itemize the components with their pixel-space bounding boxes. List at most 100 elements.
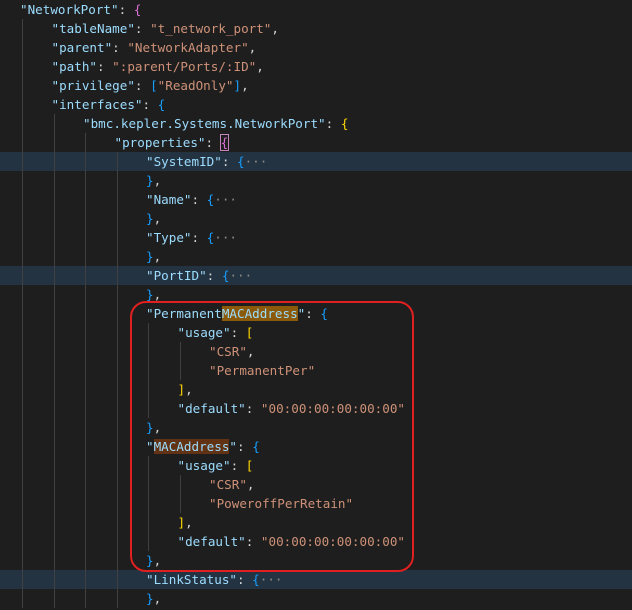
- bracket: }: [146, 211, 154, 226]
- json-key: "default": [177, 401, 246, 416]
- bracket: }: [146, 553, 154, 568]
- code-text: },: [146, 285, 161, 304]
- code-text: "default": "00:00:00:00:00:00": [178, 399, 405, 418]
- indent-guide: [22, 76, 23, 95]
- json-string: "t_network_port": [150, 21, 272, 36]
- code-line[interactable]: "CSR",: [0, 475, 632, 494]
- indent-guide: [22, 152, 23, 171]
- code-token: :: [191, 192, 207, 207]
- json-string: "ReadOnly": [157, 78, 234, 93]
- indent-guide: [53, 323, 55, 342]
- code-token: :: [221, 154, 237, 169]
- indent-guide: [179, 342, 181, 361]
- code-token: ,: [185, 515, 193, 530]
- indent-guide: [53, 361, 55, 380]
- code-line[interactable]: },: [0, 589, 632, 608]
- json-key: "NetworkPort": [20, 2, 119, 17]
- code-line[interactable]: "Name": {···: [0, 190, 632, 209]
- folded-ellipsis[interactable]: ···: [214, 230, 237, 245]
- indent-guide: [116, 285, 118, 304]
- code-line[interactable]: "properties": {: [0, 133, 632, 152]
- indent-guide: [116, 342, 118, 361]
- indent-guide: [148, 532, 149, 551]
- bracket: }: [146, 173, 154, 188]
- code-text: "bmc.kepler.Systems.NetworkPort": {: [83, 114, 348, 133]
- code-line[interactable]: },: [0, 551, 632, 570]
- code-line[interactable]: "PermanentMACAddress": {: [0, 304, 632, 323]
- code-line[interactable]: },: [0, 247, 632, 266]
- indent-guide: [85, 171, 86, 190]
- code-line[interactable]: },: [0, 209, 632, 228]
- code-text: },: [146, 171, 161, 190]
- code-text: "properties": {: [115, 133, 230, 152]
- indent-guide: [179, 494, 181, 513]
- code-line[interactable]: "PermanentPer": [0, 361, 632, 380]
- code-line[interactable]: ],: [0, 380, 632, 399]
- code-text: "Name": {···: [146, 190, 237, 209]
- code-line[interactable]: "LinkStatus": {···: [0, 570, 632, 589]
- json-string: "CSR": [209, 344, 247, 359]
- code-line[interactable]: "bmc.kepler.Systems.NetworkPort": {: [0, 114, 632, 133]
- indent-guide: [116, 551, 118, 570]
- indent-guide: [85, 304, 86, 323]
- code-line[interactable]: "parent": "NetworkAdapter",: [0, 38, 632, 57]
- code-text: "LinkStatus": {···: [146, 570, 283, 589]
- code-text: "parent": "NetworkAdapter",: [52, 38, 257, 57]
- indent-guide: [53, 494, 55, 513]
- code-line[interactable]: "tableName": "t_network_port",: [0, 19, 632, 38]
- indent-guide: [85, 437, 86, 456]
- code-token: :: [230, 325, 246, 340]
- indent-guide: [22, 228, 23, 247]
- indent-guide: [148, 456, 149, 475]
- json-key: "Name": [146, 192, 192, 207]
- indent-guide: [22, 380, 23, 399]
- code-line[interactable]: "default": "00:00:00:00:00:00": [0, 532, 632, 551]
- code-token: ,: [256, 59, 264, 74]
- indent-guide: [22, 19, 23, 38]
- code-line[interactable]: "Type": {···: [0, 228, 632, 247]
- indent-guide: [22, 399, 23, 418]
- code-line[interactable]: },: [0, 418, 632, 437]
- code-line[interactable]: },: [0, 171, 632, 190]
- code-line[interactable]: ],: [0, 513, 632, 532]
- indent-guide: [22, 304, 23, 323]
- code-line[interactable]: "default": "00:00:00:00:00:00": [0, 399, 632, 418]
- code-text: },: [146, 551, 161, 570]
- indent-guide: [116, 171, 118, 190]
- indent-guide: [53, 399, 55, 418]
- code-token: :: [245, 534, 261, 549]
- indent-guide: [22, 57, 23, 76]
- code-text: "SystemID": {···: [146, 152, 267, 171]
- code-line[interactable]: },: [0, 285, 632, 304]
- code-line[interactable]: "usage": [: [0, 323, 632, 342]
- code-line[interactable]: "PoweroffPerRetain": [0, 494, 632, 513]
- code-line[interactable]: "interfaces": {: [0, 95, 632, 114]
- json-key: "PortID": [146, 268, 207, 283]
- code-line[interactable]: "PortID": {···: [0, 266, 632, 285]
- code-line[interactable]: "SystemID": {···: [0, 152, 632, 171]
- indent-guide: [53, 266, 55, 285]
- bracket: {: [340, 116, 349, 131]
- json-key: "tableName": [51, 21, 135, 36]
- code-editor[interactable]: "NetworkPort": {"tableName": "t_network_…: [0, 0, 632, 610]
- code-text: },: [146, 418, 161, 437]
- folded-ellipsis[interactable]: ···: [214, 192, 237, 207]
- json-key: "usage": [177, 458, 231, 473]
- folded-ellipsis[interactable]: ···: [260, 572, 283, 587]
- code-line[interactable]: "MACAddress": {: [0, 437, 632, 456]
- folded-ellipsis[interactable]: ···: [229, 268, 252, 283]
- indent-guide: [53, 380, 55, 399]
- code-line[interactable]: "usage": [: [0, 456, 632, 475]
- code-text: "MACAddress": {: [146, 437, 260, 456]
- json-string: ":parent/Ports/:ID": [112, 59, 257, 74]
- search-match: MACAddress: [153, 439, 230, 454]
- bracket: [: [245, 458, 254, 473]
- folded-ellipsis[interactable]: ···: [245, 154, 268, 169]
- code-token: ,: [248, 40, 257, 55]
- code-line[interactable]: "privilege": ["ReadOnly"],: [0, 76, 632, 95]
- json-string: "CSR": [209, 477, 247, 492]
- code-line[interactable]: "path": ":parent/Ports/:ID",: [0, 57, 632, 76]
- code-line[interactable]: "NetworkPort": {: [0, 0, 632, 19]
- code-line[interactable]: "CSR",: [0, 342, 632, 361]
- indent-guide: [53, 570, 55, 589]
